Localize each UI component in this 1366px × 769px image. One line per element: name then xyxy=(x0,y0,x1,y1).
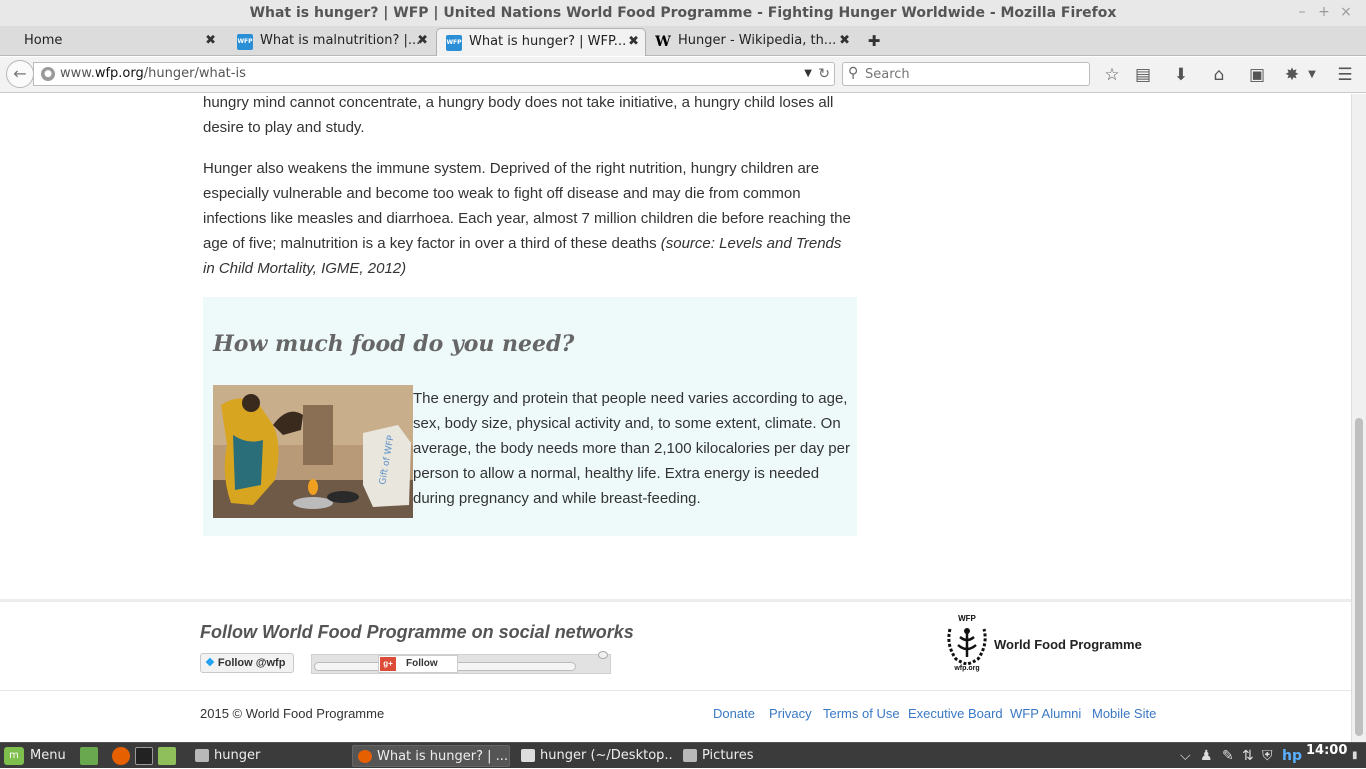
screenshot-icon[interactable]: ▣ xyxy=(1245,63,1269,87)
article-paragraph: hungry mind cannot concentrate, a hungry… xyxy=(203,94,834,136)
task-firefox[interactable]: What is hunger? | ... xyxy=(352,745,510,767)
wfp-favicon-icon: WFP xyxy=(446,35,462,51)
show-desktop-corner-icon[interactable]: ▮ xyxy=(1352,743,1358,769)
page-content: hungry mind cannot concentrate, a hungry… xyxy=(0,94,1351,742)
tab-hunger-wikipedia[interactable]: W Hunger - Wikipedia, th... ✖ xyxy=(646,28,856,56)
org-name: World Food Programme xyxy=(994,637,1142,652)
task-text-editor[interactable]: hunger (~/Desktop... xyxy=(516,745,672,767)
site-identity-icon[interactable]: ● xyxy=(41,67,55,81)
food-need-box: How much food do you need? Gift of WFP T… xyxy=(203,297,857,536)
scrollbar-thumb[interactable] xyxy=(1355,418,1363,736)
mint-logo-icon: m xyxy=(4,746,24,765)
firefox-icon xyxy=(358,750,372,763)
firefox-launcher-icon[interactable] xyxy=(112,747,130,765)
user-icon[interactable]: ♟ xyxy=(1200,743,1213,769)
box-paragraph: The energy and protein that people need … xyxy=(413,390,850,507)
tab-close-icon[interactable]: ✖ xyxy=(839,28,850,54)
google-plus-icon: g+ xyxy=(380,657,396,671)
network-icon[interactable]: ⇅ xyxy=(1242,743,1254,769)
tab-label: What is hunger? | WFP... xyxy=(469,34,627,49)
files-launcher-icon[interactable] xyxy=(158,747,176,765)
tab-home[interactable]: Home ✖ xyxy=(0,28,226,56)
show-desktop-icon[interactable] xyxy=(80,747,98,765)
back-button[interactable]: ← xyxy=(6,60,34,88)
home-icon[interactable]: ⌂ xyxy=(1207,63,1231,87)
url-text[interactable]: www.wfp.org/hunger/what-is xyxy=(60,63,246,85)
close-window-icon[interactable]: × xyxy=(1336,2,1356,22)
google-plus-follow-button[interactable]: g+ Follow xyxy=(378,655,458,673)
footer-link-donate[interactable]: Donate xyxy=(713,706,755,721)
search-icon: ⚲ xyxy=(848,65,859,81)
tab-strip: Home ✖ WFP What is malnutrition? |... ✖ … xyxy=(0,26,1366,56)
footer-link-mobile[interactable]: Mobile Site xyxy=(1092,706,1156,721)
desktop-taskbar: m Menu hunger What is hunger? | ... hunge… xyxy=(0,742,1366,768)
box-heading: How much food do you need? xyxy=(213,331,575,357)
bookmark-star-icon[interactable]: ☆ xyxy=(1100,63,1124,87)
keyboard-icon[interactable]: ⌵ xyxy=(1180,743,1191,769)
footer-divider xyxy=(0,690,1351,691)
pen-icon[interactable]: ✎ xyxy=(1222,743,1234,769)
tab-what-is-hunger[interactable]: WFP What is hunger? | WFP... ✖ xyxy=(436,28,646,56)
widget-scroll-handle[interactable] xyxy=(598,651,608,659)
wfp-favicon-icon: WFP xyxy=(237,34,253,50)
window-titlebar: What is hunger? | WFP | United Nations W… xyxy=(0,0,1366,26)
folder-icon xyxy=(683,749,697,762)
hp-icon[interactable]: hp xyxy=(1282,743,1302,769)
minimize-icon[interactable]: – xyxy=(1292,2,1312,22)
url-dropdown-icon[interactable]: ▼ xyxy=(804,63,812,85)
copyright-text: 2015 © World Food Programme xyxy=(200,706,385,721)
footer-link-alumni[interactable]: WFP Alumni xyxy=(1010,706,1081,721)
navigation-toolbar: ← ● www.wfp.org/hunger/what-is ▼ ↻ ⚲ ☆ ▤… xyxy=(0,57,1366,93)
start-menu-button[interactable]: m Menu xyxy=(4,743,66,769)
shield-icon[interactable]: ⛨ xyxy=(1262,743,1273,769)
footer-divider xyxy=(0,599,1351,602)
maximize-icon[interactable]: + xyxy=(1314,2,1334,22)
footer-link-terms[interactable]: Terms of Use xyxy=(823,706,900,721)
wfp-logo[interactable]: WFP wfp.org xyxy=(942,614,992,674)
search-input[interactable] xyxy=(865,65,1085,83)
google-plus-widget: g+ Follow xyxy=(311,651,611,674)
reload-icon[interactable]: ↻ xyxy=(818,63,830,85)
tab-close-icon[interactable]: ✖ xyxy=(417,28,428,54)
window-title: What is hunger? | WFP | United Nations W… xyxy=(249,5,1117,21)
hamburger-menu-icon[interactable]: ☰ xyxy=(1333,63,1357,87)
article-paragraph: Hunger also weakens the immune system. D… xyxy=(203,160,851,277)
footer-link-executive-board[interactable]: Executive Board xyxy=(908,706,1003,721)
twitter-bird-icon: ❖ xyxy=(205,657,215,669)
tab-malnutrition[interactable]: WFP What is malnutrition? |... ✖ xyxy=(228,28,434,56)
follow-heading: Follow World Food Programme on social ne… xyxy=(200,622,634,642)
downloads-icon[interactable]: ⬇ xyxy=(1169,63,1193,87)
footer-link-privacy[interactable]: Privacy xyxy=(769,706,812,721)
folder-icon xyxy=(195,749,209,762)
wfp-emblem-icon xyxy=(947,628,987,665)
page-scrollbar[interactable] xyxy=(1351,94,1366,742)
url-bar[interactable]: ● www.wfp.org/hunger/what-is ▼ ↻ xyxy=(33,62,835,86)
tab-label: What is malnutrition? |... xyxy=(260,33,421,48)
terminal-launcher-icon[interactable] xyxy=(135,747,153,765)
wikipedia-favicon-icon: W xyxy=(655,34,671,50)
task-pictures-folder[interactable]: Pictures xyxy=(678,745,828,767)
extension-dropdown-icon[interactable]: ▼ xyxy=(1300,63,1324,87)
new-tab-button[interactable]: ✚ xyxy=(864,28,884,54)
woman-cooking-photo: Gift of WFP xyxy=(213,385,413,518)
twitter-follow-button[interactable]: ❖ Follow @wfp xyxy=(200,653,294,673)
task-hunger-folder[interactable]: hunger xyxy=(190,745,345,767)
tab-label: Hunger - Wikipedia, th... xyxy=(678,33,837,48)
clock[interactable]: 14:00 xyxy=(1306,743,1347,758)
tab-close-icon[interactable]: ✖ xyxy=(205,28,216,54)
tab-label: Home xyxy=(24,33,63,48)
bookmarks-menu-icon[interactable]: ▤ xyxy=(1131,63,1155,87)
search-bar[interactable]: ⚲ xyxy=(842,62,1090,86)
tab-close-icon[interactable]: ✖ xyxy=(628,29,639,55)
text-editor-icon xyxy=(521,749,535,762)
